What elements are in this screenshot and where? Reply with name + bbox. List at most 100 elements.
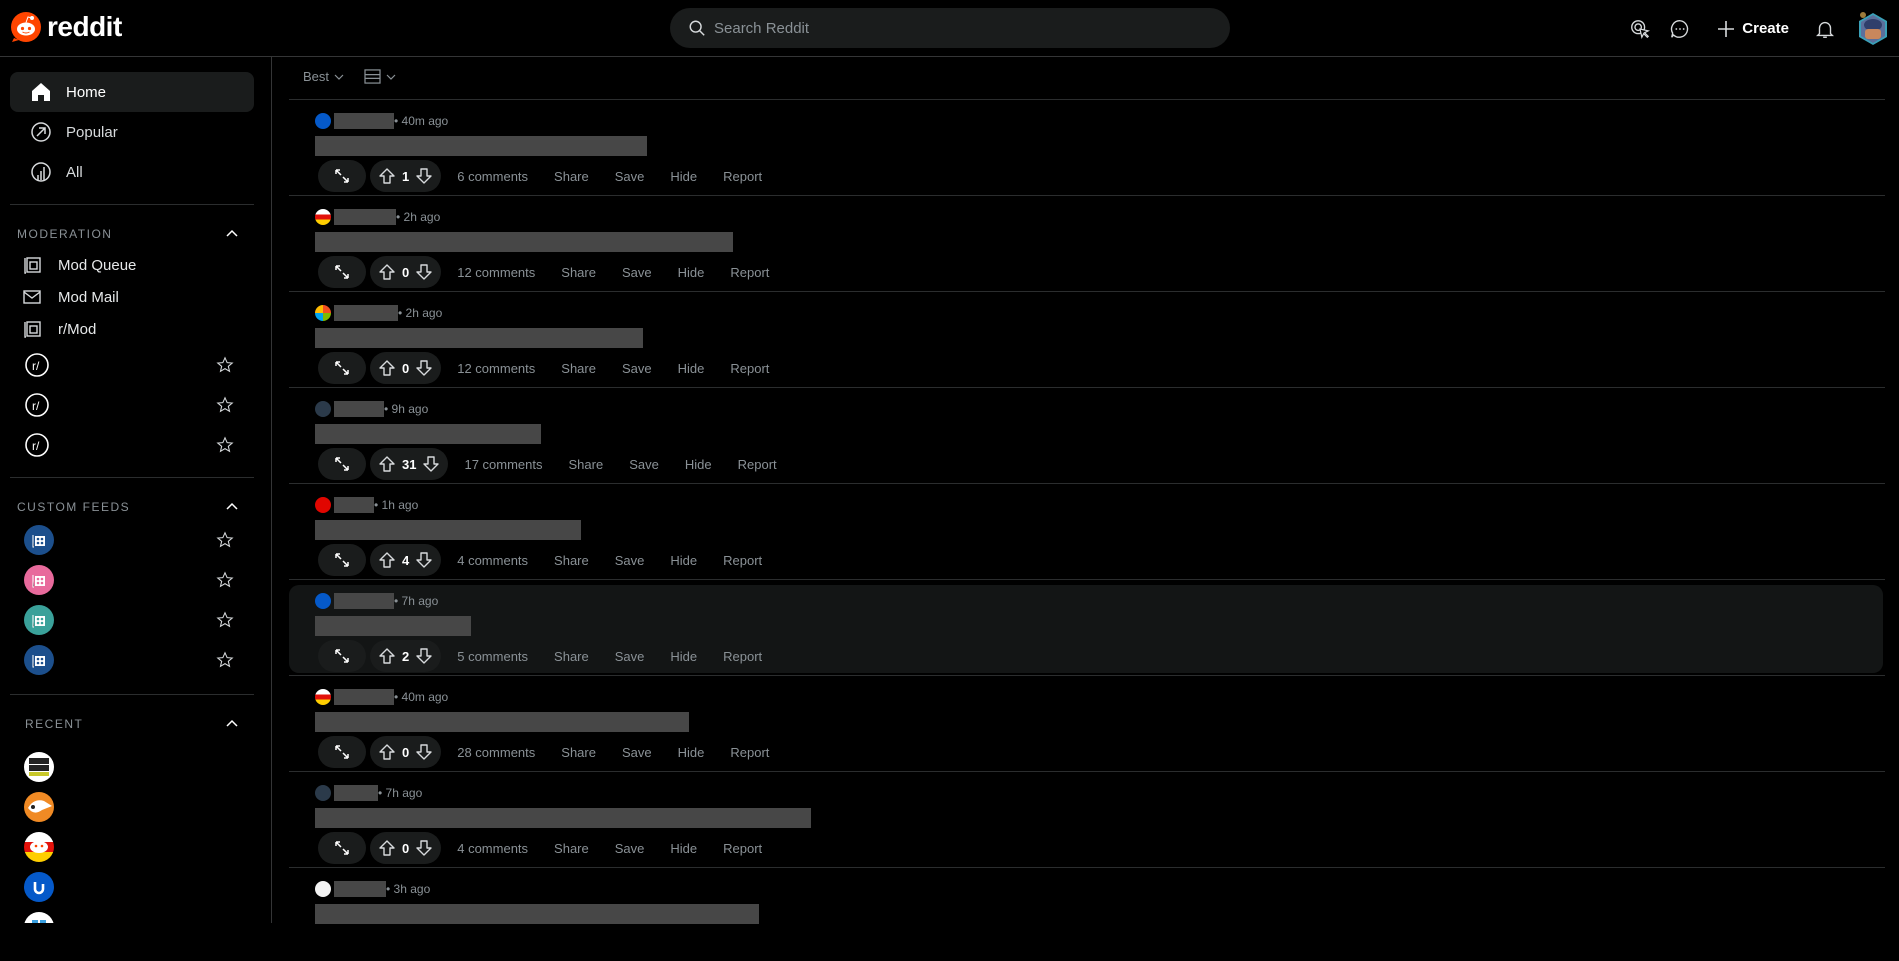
report-button[interactable]: Report	[723, 169, 762, 184]
save-button[interactable]: Save	[622, 745, 652, 760]
hide-button[interactable]: Hide	[678, 745, 705, 760]
expand-button[interactable]	[318, 736, 366, 768]
downvote-icon[interactable]	[415, 551, 433, 569]
comments-link[interactable]: 5 comments	[457, 649, 528, 664]
custom-feeds-section-header[interactable]: CUSTOM FEEDS	[17, 500, 239, 514]
snoo-germany-avatar[interactable]	[315, 209, 331, 225]
moderated-community-row[interactable]: r/	[24, 387, 234, 423]
mod-queue-link[interactable]: Mod Queue	[22, 250, 232, 280]
custom-feed-row[interactable]	[24, 562, 234, 598]
report-button[interactable]: Report	[730, 745, 769, 760]
star-icon[interactable]	[216, 436, 234, 454]
share-button[interactable]: Share	[554, 841, 589, 856]
share-button[interactable]: Share	[561, 745, 596, 760]
notifications-button[interactable]	[1805, 9, 1845, 49]
expand-button[interactable]	[318, 544, 366, 576]
upvote-icon[interactable]	[378, 743, 396, 761]
report-button[interactable]: Report	[723, 649, 762, 664]
star-icon[interactable]	[216, 571, 234, 589]
view-dropdown[interactable]	[364, 69, 396, 84]
community-name-redacted[interactable]	[334, 785, 378, 801]
sidebar-item-all[interactable]: All	[10, 152, 254, 192]
post-card[interactable]: • 3h ago Share Save Hide Report	[289, 873, 1883, 961]
report-button[interactable]: Report	[730, 361, 769, 376]
comments-link[interactable]: 12 comments	[457, 361, 535, 376]
snoo-white-avatar[interactable]	[315, 881, 331, 897]
community-name-redacted[interactable]	[334, 401, 384, 417]
post-title-redacted[interactable]	[315, 808, 811, 828]
sort-dropdown[interactable]: Best	[303, 69, 344, 84]
save-button[interactable]: Save	[615, 841, 645, 856]
post-title-redacted[interactable]	[315, 424, 541, 444]
upvote-icon[interactable]	[378, 167, 396, 185]
report-button[interactable]: Report	[723, 841, 762, 856]
star-icon[interactable]	[216, 531, 234, 549]
moderated-community-row[interactable]: r/	[24, 347, 234, 383]
expand-button[interactable]	[318, 832, 366, 864]
post-card[interactable]: • 2h ago 0 12 comments Share Save Hide R…	[289, 201, 1883, 289]
hide-button[interactable]: Hide	[685, 457, 712, 472]
chat-button[interactable]	[1660, 9, 1700, 49]
post-card[interactable]: • 1h ago 4 4 comments Share Save Hide Re…	[289, 489, 1883, 577]
upvote-icon[interactable]	[378, 359, 396, 377]
search-input[interactable]	[714, 19, 1194, 37]
community-name-redacted[interactable]	[334, 305, 398, 321]
hide-button[interactable]: Hide	[678, 361, 705, 376]
comments-link[interactable]: 28 comments	[457, 745, 535, 760]
ubiquiti-avatar[interactable]	[315, 593, 331, 609]
post-title-redacted[interactable]	[315, 904, 759, 924]
downvote-icon[interactable]	[415, 743, 433, 761]
moderation-section-header[interactable]: MODERATION	[17, 227, 239, 241]
post-card[interactable]: • 7h ago 0 4 comments Share Save Hide Re…	[289, 777, 1883, 865]
f1-avatar[interactable]	[315, 497, 331, 513]
downvote-icon[interactable]	[415, 839, 433, 857]
upvote-icon[interactable]	[378, 647, 396, 665]
share-button[interactable]: Share	[554, 169, 589, 184]
recent-section-header[interactable]: RECENT	[25, 717, 239, 731]
snoo-germany-avatar[interactable]	[315, 689, 331, 705]
create-button[interactable]: Create	[1704, 9, 1801, 49]
expand-button[interactable]	[318, 640, 366, 672]
star-icon[interactable]	[216, 396, 234, 414]
upvote-icon[interactable]	[378, 263, 396, 281]
user-avatar[interactable]	[1855, 11, 1891, 47]
hide-button[interactable]: Hide	[670, 649, 697, 664]
reddit-logo[interactable]: reddit	[10, 11, 122, 43]
expand-button[interactable]	[318, 448, 366, 480]
share-button[interactable]: Share	[554, 553, 589, 568]
search-bar[interactable]	[670, 8, 1230, 48]
post-card[interactable]: • 9h ago 31 17 comments Share Save Hide …	[289, 393, 1883, 481]
downvote-icon[interactable]	[415, 359, 433, 377]
comments-link[interactable]: 17 comments	[464, 457, 542, 472]
share-button[interactable]: Share	[561, 361, 596, 376]
comments-link[interactable]: 4 comments	[457, 553, 528, 568]
community-name-redacted[interactable]	[334, 593, 394, 609]
post-card[interactable]: • 40m ago 1 6 comments Share Save Hide R…	[289, 105, 1883, 193]
save-button[interactable]: Save	[615, 553, 645, 568]
microsoft-avatar[interactable]	[315, 305, 331, 321]
r-mod-link[interactable]: r/Mod	[22, 314, 232, 344]
share-button[interactable]: Share	[561, 265, 596, 280]
advertise-button[interactable]	[1620, 9, 1660, 49]
recent-community-row[interactable]	[24, 829, 234, 865]
post-card[interactable]: • 7h ago 2 5 comments Share Save Hide Re…	[289, 585, 1883, 673]
star-icon[interactable]	[216, 651, 234, 669]
custom-feed-row[interactable]	[24, 522, 234, 558]
save-button[interactable]: Save	[615, 169, 645, 184]
sidebar-item-popular[interactable]: Popular	[10, 112, 254, 152]
post-card[interactable]: • 40m ago 0 28 comments Share Save Hide …	[289, 681, 1883, 769]
star-icon[interactable]	[216, 611, 234, 629]
pirate-avatar[interactable]	[315, 401, 331, 417]
post-title-redacted[interactable]	[315, 136, 647, 156]
mod-mail-link[interactable]: Mod Mail	[22, 282, 232, 312]
expand-button[interactable]	[318, 352, 366, 384]
share-button[interactable]: Share	[569, 457, 604, 472]
community-name-redacted[interactable]	[334, 497, 374, 513]
save-button[interactable]: Save	[622, 361, 652, 376]
comments-link[interactable]: 6 comments	[457, 169, 528, 184]
comments-link[interactable]: 12 comments	[457, 265, 535, 280]
downvote-icon[interactable]	[415, 647, 433, 665]
expand-button[interactable]	[318, 160, 366, 192]
expand-button[interactable]	[318, 256, 366, 288]
post-title-redacted[interactable]	[315, 232, 733, 252]
